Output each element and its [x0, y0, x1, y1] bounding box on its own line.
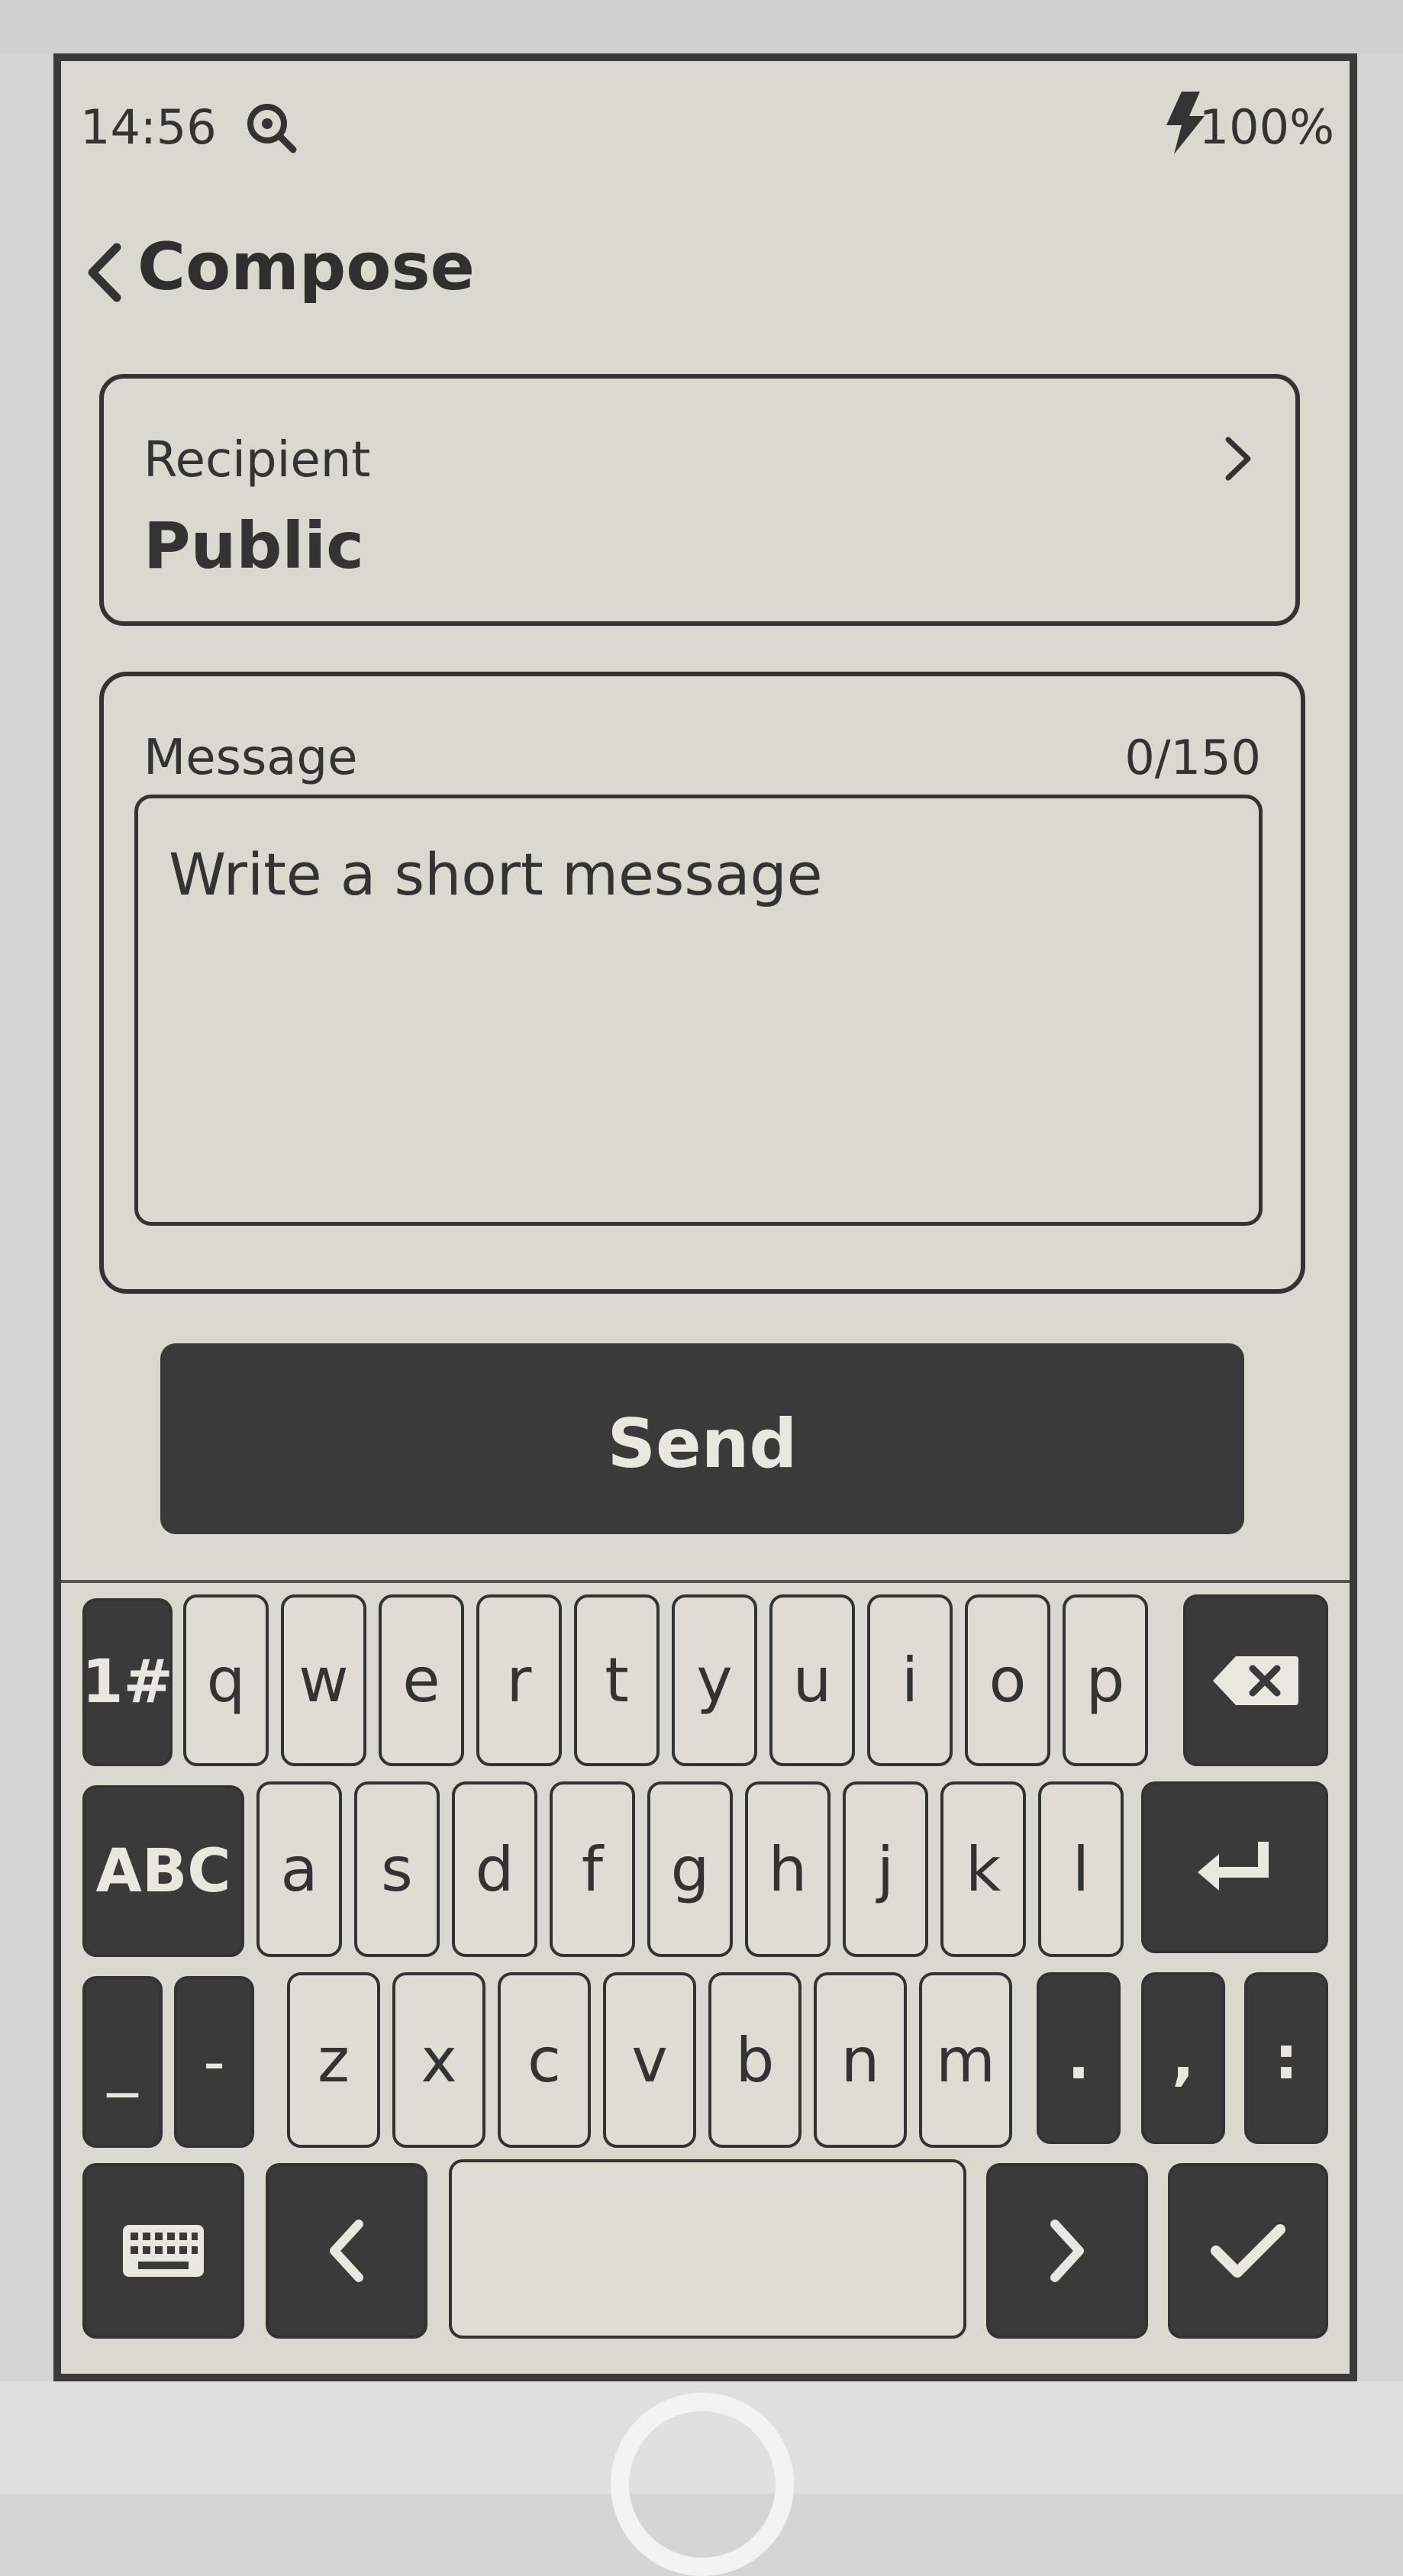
backspace-icon [1213, 1656, 1298, 1705]
key-l[interactable]: l [1038, 1781, 1124, 1957]
chevron-right-icon [1050, 2220, 1084, 2282]
key-f[interactable]: f [550, 1781, 635, 1957]
key-keyboard-hide[interactable] [82, 2163, 244, 2339]
message-card: Message 0/150 [99, 672, 1305, 1294]
message-input[interactable] [134, 795, 1263, 1226]
key-cursor-right[interactable] [986, 2163, 1148, 2339]
page-title: Compose [137, 229, 475, 305]
key-colon[interactable]: : [1244, 1972, 1328, 2144]
recipient-label: Recipient [144, 432, 371, 488]
key-j[interactable]: j [843, 1781, 928, 1957]
key-m[interactable]: m [919, 1972, 1012, 2148]
chevron-left-icon [330, 2220, 363, 2282]
key-h[interactable]: h [745, 1781, 831, 1957]
key-g[interactable]: g [647, 1781, 733, 1957]
key-k[interactable]: k [940, 1781, 1026, 1957]
keyboard-icon [123, 2225, 204, 2277]
key-p[interactable]: p [1063, 1594, 1148, 1766]
search-icon [247, 104, 297, 153]
key-done[interactable] [1168, 2163, 1328, 2339]
key-o[interactable]: o [965, 1594, 1050, 1766]
key-y[interactable]: y [672, 1594, 757, 1766]
send-label: Send [607, 1404, 798, 1483]
status-bar: 14:56 100% [61, 61, 1350, 176]
key-symbols-toggle[interactable]: 1# [82, 1598, 173, 1766]
battery-percentage: 100% [1198, 99, 1334, 155]
key-c[interactable]: c [498, 1972, 591, 2148]
key-space[interactable] [449, 2159, 966, 2339]
key-a[interactable]: a [256, 1781, 342, 1957]
character-counter: 0/150 [1124, 730, 1261, 785]
key-enter[interactable] [1141, 1781, 1328, 1953]
chevron-right-icon [1225, 437, 1251, 481]
on-screen-keyboard: 1# q w e r t y u i o p ABC a s d f g h j… [61, 1580, 1350, 2374]
key-period[interactable]: . [1037, 1972, 1121, 2144]
key-s[interactable]: s [354, 1781, 440, 1957]
status-time: 14:56 [80, 99, 217, 155]
back-chevron-icon[interactable] [80, 238, 126, 307]
key-backspace[interactable] [1183, 1594, 1328, 1766]
home-button[interactable] [611, 2393, 794, 2576]
device-bezel-top [0, 0, 1403, 53]
key-v[interactable]: v [603, 1972, 696, 2148]
key-b[interactable]: b [708, 1972, 801, 2148]
key-n[interactable]: n [814, 1972, 907, 2148]
key-u[interactable]: u [769, 1594, 855, 1766]
e-ink-screen: 14:56 100% Compose Recipient Public Mess… [53, 53, 1357, 2381]
key-e[interactable]: e [379, 1594, 464, 1766]
key-underscore[interactable]: _ [82, 1976, 163, 2148]
key-r[interactable]: r [476, 1594, 562, 1766]
checkmark-icon [1211, 2224, 1285, 2278]
key-w[interactable]: w [281, 1594, 366, 1766]
recipient-selector[interactable]: Recipient Public [99, 374, 1300, 626]
key-i[interactable]: i [867, 1594, 953, 1766]
key-x[interactable]: x [392, 1972, 485, 2148]
recipient-value: Public [144, 508, 364, 583]
key-cursor-left[interactable] [266, 2163, 427, 2339]
message-label: Message [144, 730, 358, 786]
enter-icon [1197, 1841, 1269, 1891]
key-t[interactable]: t [574, 1594, 660, 1766]
key-q[interactable]: q [183, 1594, 269, 1766]
key-abc-toggle[interactable]: ABC [82, 1785, 244, 1957]
key-comma[interactable]: , [1141, 1972, 1225, 2144]
key-hyphen[interactable]: - [174, 1976, 254, 2148]
key-d[interactable]: d [452, 1781, 537, 1957]
send-button[interactable]: Send [160, 1343, 1244, 1534]
key-z[interactable]: z [287, 1972, 380, 2148]
